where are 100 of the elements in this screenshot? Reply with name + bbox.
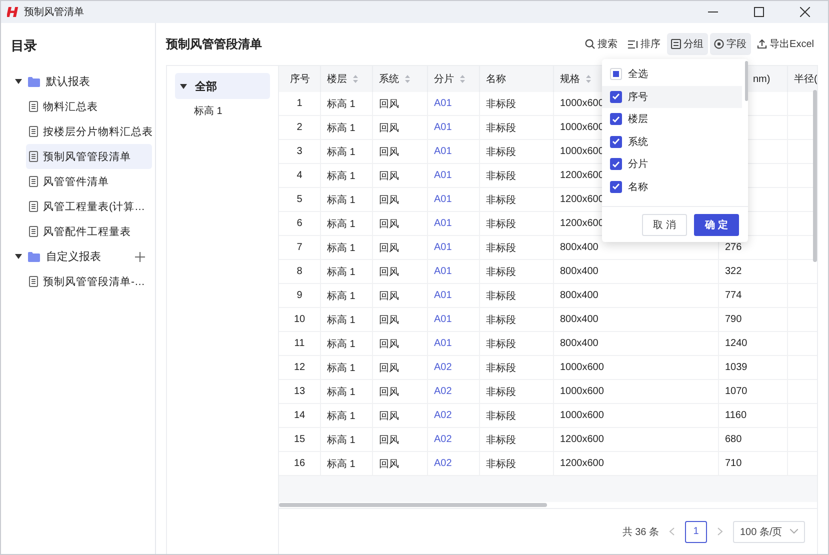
group-label[interactable]: 自定义报表 <box>46 249 129 264</box>
caret-icon[interactable] <box>180 84 187 88</box>
toolbar-button[interactable]: 排序 <box>624 33 665 55</box>
checkbox[interactable] <box>610 180 622 193</box>
table-cell: 标高 1 <box>321 188 373 212</box>
folder-icon <box>28 252 40 262</box>
table-cell: 标高 1 <box>321 428 373 452</box>
table-cell: 非标段 <box>480 260 554 284</box>
table-cell: 标高 1 <box>321 212 373 236</box>
checkbox[interactable] <box>610 113 622 126</box>
table-cell: 回风 <box>373 356 428 380</box>
sidebar-item[interactable]: 预制风管管段清单 <box>26 144 152 169</box>
link-cell[interactable]: A01 <box>428 116 480 140</box>
group-label[interactable]: 默认报表 <box>46 74 155 89</box>
link-cell[interactable]: A01 <box>428 188 480 212</box>
column-header[interactable]: 名称 <box>480 66 554 92</box>
link-cell[interactable]: A01 <box>428 92 480 116</box>
add-icon[interactable] <box>135 252 145 262</box>
caret-icon[interactable] <box>15 79 22 84</box>
table-cell: 4 <box>279 164 321 188</box>
table-cell: 1000x600 <box>554 404 719 428</box>
table-cell: 标高 1 <box>321 356 373 380</box>
table-cell: 15 <box>279 428 321 452</box>
table-cell: 3 <box>279 140 321 164</box>
scrollbar[interactable] <box>745 61 748 101</box>
column-header[interactable]: 分片 <box>428 66 480 92</box>
column-header[interactable]: 序号 <box>279 66 321 92</box>
list-icon <box>670 39 681 49</box>
link-cell[interactable]: A01 <box>428 236 480 260</box>
table-cell: 800x400 <box>554 308 719 332</box>
scrollbar[interactable] <box>813 90 817 262</box>
table-cell: 5 <box>279 188 321 212</box>
sidebar-item[interactable]: 风管工程量表(计算… <box>26 194 152 219</box>
close-icon[interactable] <box>800 7 810 17</box>
table-cell: 标高 1 <box>321 284 373 308</box>
table-cell: 800x400 <box>554 260 719 284</box>
tree-item[interactable]: 标高 1 <box>175 99 270 123</box>
link-cell[interactable]: A02 <box>428 428 480 452</box>
cancel-button[interactable]: 取 消 <box>642 214 687 236</box>
scrollbar[interactable] <box>279 503 547 507</box>
table-cell: 非标段 <box>480 140 554 164</box>
sidebar-item[interactable]: 预制风管管段清单-… <box>26 269 152 294</box>
checkbox[interactable] <box>610 158 622 170</box>
table-cell: 非标段 <box>480 308 554 332</box>
toolbar-button[interactable]: 导出Excel <box>752 33 818 55</box>
table-cell: 回风 <box>373 404 428 428</box>
link-cell[interactable]: A01 <box>428 164 480 188</box>
table-cell: 322 <box>719 260 788 284</box>
table-cell: 标高 1 <box>321 116 373 140</box>
window-title: 预制风管清单 <box>24 6 85 19</box>
link-cell[interactable]: A02 <box>428 380 480 404</box>
chevron-down-icon <box>790 529 798 534</box>
table-cell: 800x400 <box>554 284 719 308</box>
sidebar-item[interactable]: 按楼层分片物料汇总表 <box>26 119 152 144</box>
column-header[interactable]: 楼层 <box>321 66 373 92</box>
field-option[interactable]: 序号 <box>602 86 742 108</box>
table-cell: 标高 1 <box>321 260 373 284</box>
toolbar-button[interactable]: 搜索 <box>580 33 622 55</box>
sort-icon <box>628 40 638 48</box>
link-cell[interactable]: A01 <box>428 284 480 308</box>
confirm-button[interactable]: 确 定 <box>694 214 739 236</box>
document-icon <box>29 276 38 287</box>
column-header[interactable]: 系统 <box>373 66 428 92</box>
link-cell[interactable]: A01 <box>428 260 480 284</box>
toolbar-button[interactable]: 分组 <box>666 33 708 55</box>
link-cell[interactable]: A02 <box>428 356 480 380</box>
app-logo-icon <box>7 6 19 18</box>
table-cell: 标高 1 <box>321 164 373 188</box>
caret-icon[interactable] <box>15 254 22 259</box>
table-cell: 回风 <box>373 380 428 404</box>
table-cell: 非标段 <box>480 92 554 116</box>
maximize-icon[interactable] <box>754 7 764 17</box>
document-icon <box>29 126 38 137</box>
link-cell[interactable]: A01 <box>428 140 480 164</box>
checkbox[interactable] <box>610 136 622 148</box>
table-cell: 1 <box>279 92 321 116</box>
page-button[interactable]: 1 <box>685 520 707 542</box>
table-cell: 非标段 <box>480 356 554 380</box>
column-header[interactable]: 半径( <box>788 66 817 92</box>
toolbar-button[interactable]: 字段 <box>710 33 751 55</box>
sidebar-item[interactable]: 物料汇总表 <box>26 94 152 119</box>
table-cell: 11 <box>279 332 321 356</box>
table-cell: 1240 <box>719 332 788 356</box>
table-cell: 1000x600 <box>554 380 719 404</box>
link-cell[interactable]: A01 <box>428 308 480 332</box>
checkbox[interactable] <box>610 90 622 103</box>
table-cell: 回风 <box>373 428 428 452</box>
tree-item[interactable]: 全部 <box>175 73 270 99</box>
table-cell: 标高 1 <box>321 404 373 428</box>
sidebar-item[interactable]: 风管配件工程量表 <box>26 219 152 244</box>
search-icon <box>584 39 595 49</box>
table-cell: 回风 <box>373 284 428 308</box>
table-cell: 回风 <box>373 116 428 140</box>
link-cell[interactable]: A01 <box>428 212 480 236</box>
table-cell: 790 <box>719 308 788 332</box>
page-size-select[interactable]: 100 条/页 <box>733 520 805 542</box>
link-cell[interactable]: A01 <box>428 332 480 356</box>
link-cell[interactable]: A02 <box>428 404 480 428</box>
sidebar-item[interactable]: 风管管件清单 <box>26 169 152 194</box>
table-cell: 非标段 <box>480 236 554 260</box>
